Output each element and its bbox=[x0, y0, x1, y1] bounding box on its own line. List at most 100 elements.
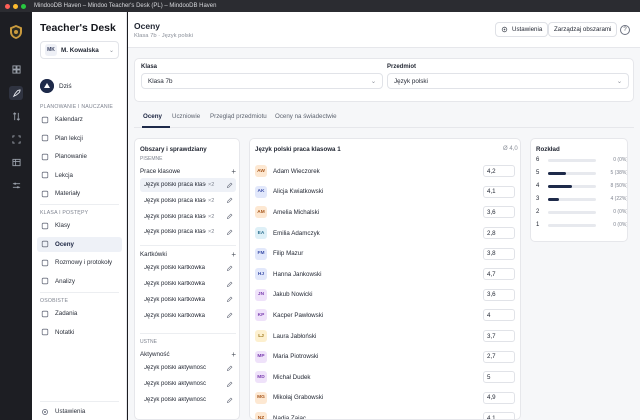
grade-input[interactable]: 3,6 bbox=[483, 288, 515, 301]
assessment-item[interactable]: Język polski kartkówka 4 bbox=[140, 309, 236, 323]
pencil-icon[interactable] bbox=[226, 182, 233, 189]
sidebar-item-rozmowy-i-protokoly[interactable]: Rozmowy i protokoły bbox=[37, 255, 122, 270]
student-avatar: FM bbox=[255, 247, 267, 260]
grade-input[interactable]: 3,8 bbox=[483, 247, 515, 260]
sidebar-item-oceny[interactable]: Oceny bbox=[37, 236, 122, 252]
grid-table-icon[interactable] bbox=[9, 155, 23, 169]
student-avatar: MG bbox=[255, 391, 267, 404]
student-name: Filip Mazur bbox=[273, 250, 304, 258]
sidebar-section-label: KLASA I POSTĘPY bbox=[40, 210, 89, 216]
settings-button[interactable]: Ustawienia bbox=[495, 22, 549, 37]
student-row: NZ Nadia Zając 4,1 bbox=[255, 408, 517, 419]
pencil-icon[interactable] bbox=[226, 296, 233, 303]
sidebar-divider bbox=[40, 401, 119, 402]
sliders-icon[interactable] bbox=[9, 178, 23, 192]
sidebar: Teacher's Desk MK M. Kowalska ⌄ Dziś PLA… bbox=[32, 12, 127, 420]
sidebar-item-lekcja[interactable]: Lekcja bbox=[37, 168, 122, 183]
student-name: Michał Dudek bbox=[273, 373, 311, 381]
distribution-track bbox=[548, 210, 596, 214]
plus-icon[interactable]: + bbox=[231, 167, 236, 176]
distribution-count: 5 (38%) bbox=[610, 170, 628, 176]
sidebar-item-klasy[interactable]: Klasy bbox=[37, 218, 122, 233]
sidebar-item-label: Plan lekcji bbox=[55, 134, 83, 142]
grade-input[interactable]: 4,9 bbox=[483, 391, 515, 404]
student-name: Hanna Jankowski bbox=[273, 270, 322, 278]
assessment-item[interactable]: Język polski kartkówka 1 bbox=[140, 261, 236, 275]
tab-oceny-na-swiadectwie[interactable]: Oceny na świadectwie bbox=[275, 113, 337, 120]
sidebar-item-kalendarz[interactable]: Kalendarz bbox=[37, 112, 122, 127]
user-avatar: MK bbox=[45, 44, 57, 56]
assessment-item[interactable]: Język polski aktywność 2 bbox=[140, 377, 236, 391]
gear-icon bbox=[501, 26, 508, 33]
distribution-grade: 1 bbox=[536, 222, 540, 228]
pencil-icon[interactable] bbox=[226, 365, 233, 372]
distribution-panel-title: Rozkład bbox=[536, 146, 560, 153]
assessment-item[interactable]: Język polski kartkówka 3 bbox=[140, 293, 236, 307]
pencil-icon[interactable] bbox=[226, 197, 233, 204]
pencil-icon[interactable] bbox=[226, 381, 233, 388]
sidebar-item-analizy[interactable]: Analizy bbox=[37, 274, 122, 289]
plus-icon[interactable]: + bbox=[231, 350, 236, 359]
class-select[interactable]: Klasa 7b ⌄ bbox=[141, 73, 383, 89]
nav-today[interactable]: Dziś bbox=[40, 79, 72, 93]
subject-select[interactable]: Język polski ⌄ bbox=[387, 73, 629, 89]
rocket-icon[interactable] bbox=[9, 86, 23, 100]
grade-input[interactable]: 4,1 bbox=[483, 412, 515, 419]
user-switcher[interactable]: MK M. Kowalska ⌄ bbox=[40, 41, 119, 59]
student-avatar: MD bbox=[255, 371, 267, 384]
grade-input[interactable]: 4,2 bbox=[483, 165, 515, 178]
distribution-track bbox=[548, 197, 596, 201]
distribution-grade: 3 bbox=[536, 196, 540, 202]
assessment-item[interactable]: Język polski praca klasowa 2×2 bbox=[140, 194, 236, 208]
grade-input[interactable]: 4 bbox=[483, 309, 515, 322]
assessment-name: Język polski praca klasowa 3 bbox=[144, 213, 206, 220]
distribution-grade: 4 bbox=[536, 183, 540, 189]
sidebar-item-zadania[interactable]: Zadania bbox=[37, 306, 122, 321]
area-group-label: PISEMNE bbox=[140, 156, 163, 162]
student-name: Adam Wieczorek bbox=[273, 167, 320, 175]
assessment-item[interactable]: Język polski kartkówka 2 bbox=[140, 277, 236, 291]
distribution-track bbox=[548, 184, 596, 188]
close-dot[interactable] bbox=[5, 3, 10, 9]
pencil-icon[interactable] bbox=[226, 213, 233, 220]
grade-input[interactable]: 2,8 bbox=[483, 227, 515, 240]
assessment-item[interactable]: Język polski praca klasowa 1×2 bbox=[140, 178, 236, 192]
nav-settings[interactable]: Ustawienia bbox=[37, 404, 122, 419]
sidebar-item-notatki[interactable]: Notatki bbox=[37, 325, 122, 340]
grade-input[interactable]: 3,6 bbox=[483, 206, 515, 219]
zoom-dot[interactable] bbox=[21, 3, 26, 9]
arrows-updown-icon[interactable] bbox=[9, 109, 23, 123]
tab-uczniowie[interactable]: Uczniowie bbox=[172, 113, 200, 120]
assessment-item[interactable]: Język polski aktywność 3 bbox=[140, 393, 236, 407]
user-name: M. Kowalska bbox=[61, 46, 99, 54]
pencil-icon[interactable] bbox=[226, 265, 233, 272]
pencil-icon[interactable] bbox=[226, 312, 233, 319]
distribution-bar bbox=[548, 171, 567, 175]
pencil-icon[interactable] bbox=[226, 281, 233, 288]
sidebar-item-materialy[interactable]: Materiały bbox=[37, 186, 122, 201]
pencil-icon[interactable] bbox=[226, 229, 233, 236]
grade-input[interactable]: 4,7 bbox=[483, 268, 515, 281]
pencil-icon[interactable] bbox=[226, 397, 233, 404]
sidebar-item-planowanie[interactable]: Planowanie bbox=[37, 149, 122, 164]
grade-input[interactable]: 2,7 bbox=[483, 350, 515, 363]
minimize-dot[interactable] bbox=[13, 3, 18, 9]
distribution-track bbox=[548, 223, 596, 227]
assessment-item[interactable]: Język polski aktywność 1 bbox=[140, 361, 236, 375]
distribution-bar bbox=[548, 197, 559, 201]
tab-przeglad-przedmiotu[interactable]: Przegląd przedmiotu bbox=[210, 113, 267, 120]
sidebar-item-plan-lekcji[interactable]: Plan lekcji bbox=[37, 131, 122, 146]
assessment-item[interactable]: Język polski praca klasowa 4×2 bbox=[140, 225, 236, 239]
grade-input[interactable]: 5 bbox=[483, 371, 515, 384]
manage-areas-button[interactable]: Zarządzaj obszarami bbox=[548, 22, 618, 37]
assessment-item[interactable]: Język polski praca klasowa 3×2 bbox=[140, 210, 236, 224]
assessment-name: Język polski praca klasowa 2 bbox=[144, 197, 206, 204]
assessment-name: Język polski kartkówka 3 bbox=[144, 296, 206, 303]
focus-frame-icon[interactable] bbox=[9, 132, 23, 146]
grade-input[interactable]: 3,7 bbox=[483, 330, 515, 343]
grade-input[interactable]: 4,1 bbox=[483, 185, 515, 198]
help-icon[interactable]: ? bbox=[620, 25, 630, 35]
plus-icon[interactable]: + bbox=[231, 250, 236, 259]
layout-grid-icon[interactable] bbox=[9, 62, 23, 76]
tab-oceny[interactable]: Oceny bbox=[143, 113, 162, 120]
